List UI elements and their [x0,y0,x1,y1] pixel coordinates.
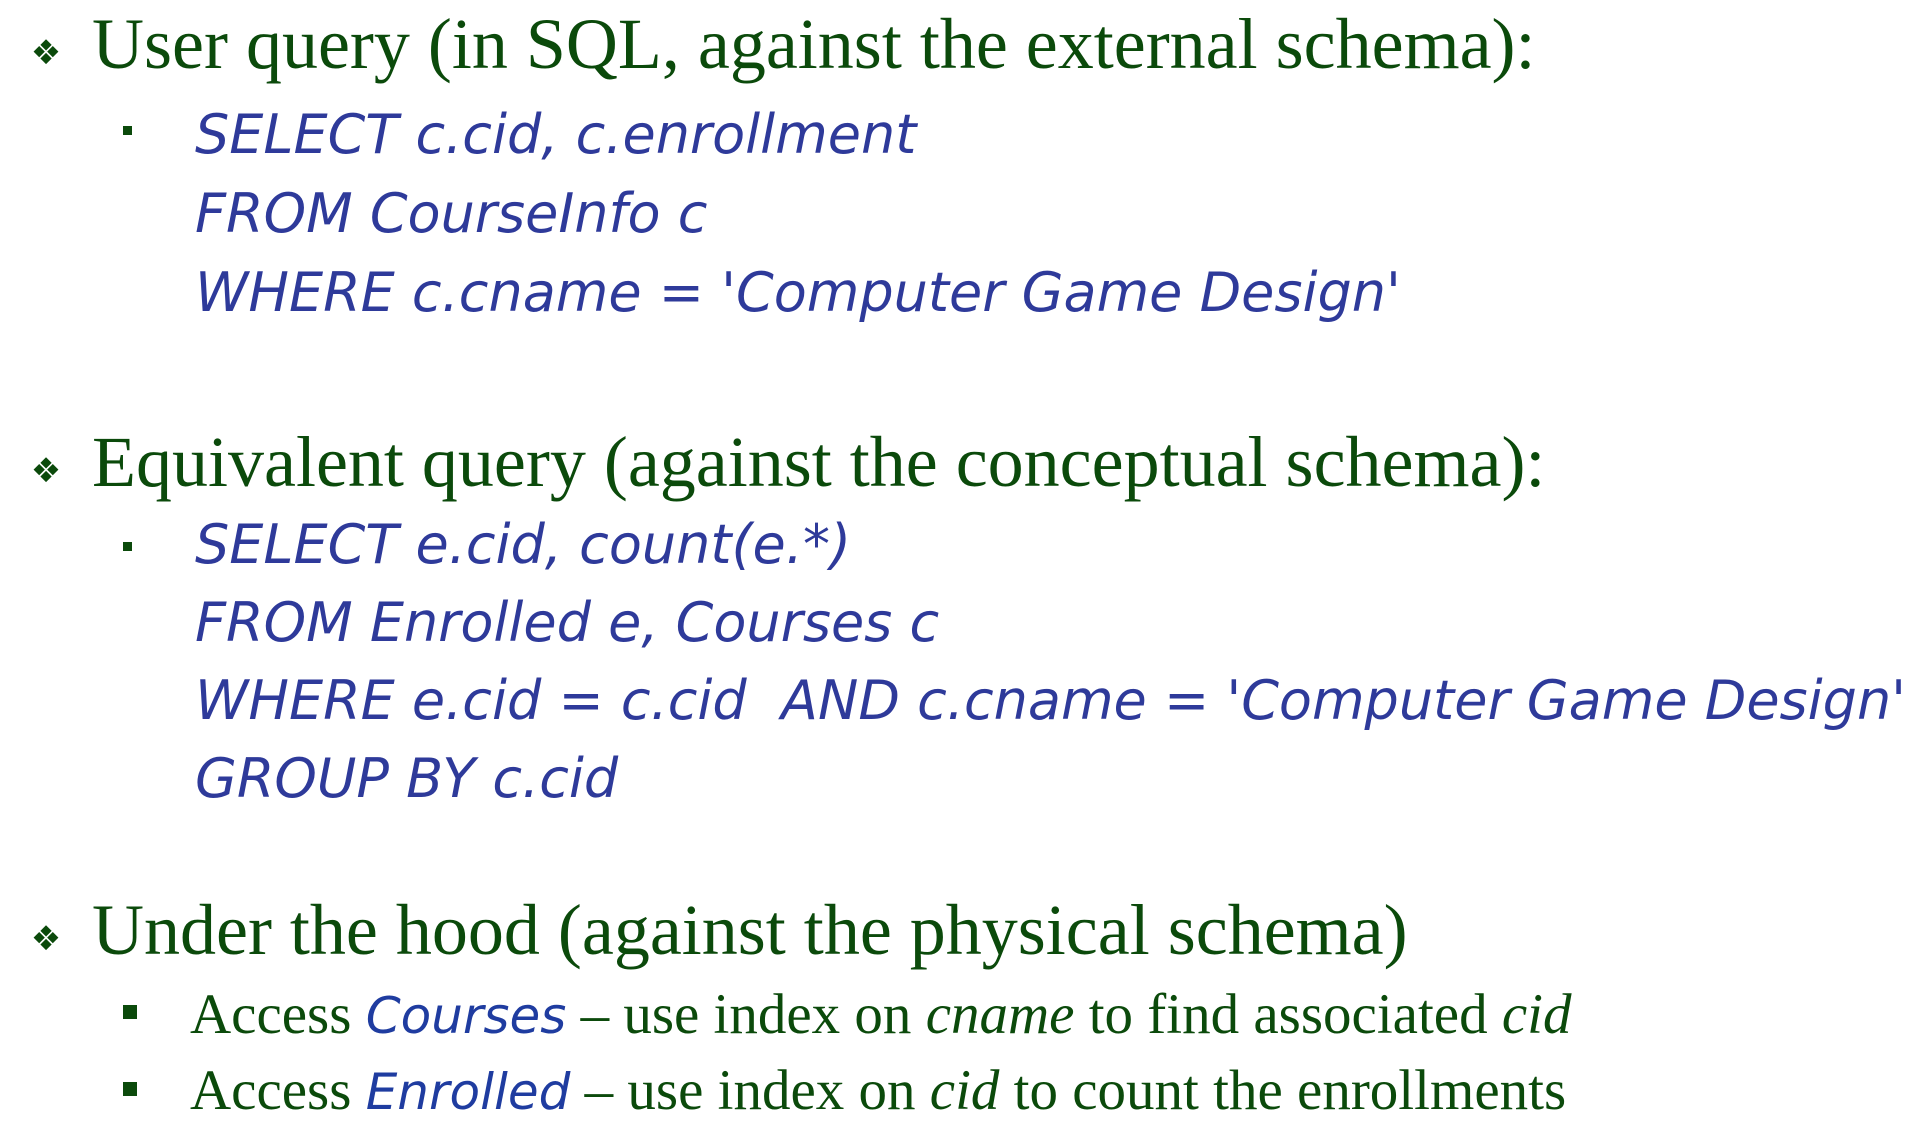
section-equivalent-query: ❖ Equivalent query (against the conceptu… [0,422,1546,502]
four-diamond-icon: ❖ [30,451,62,491]
field-name: cid [929,1059,1000,1122]
slide: ❖ User query (in SQL, against the extern… [0,0,1916,1136]
code-line: WHERE e.cid = c.cid AND c.cname = 'Compu… [195,669,1907,732]
code-line: GROUP BY c.cid [195,747,619,810]
code-line: WHERE c.cname = 'Computer Game Design' [195,261,1401,324]
item-prefix: Access [190,1059,366,1122]
four-diamond-icon: ❖ [30,919,62,959]
item-suffix: to find associated [1074,983,1502,1046]
item-dash: – [566,983,624,1046]
section-heading: User query (in SQL, against the external… [92,4,1536,84]
list-item: Access Enrolled – use index on cid to co… [190,1062,1566,1119]
table-name: Enrolled [365,1063,571,1121]
list-item: Access Courses – use index on cname to f… [190,986,1571,1043]
square-icon [123,1082,137,1096]
code-line: FROM CourseInfo c [195,182,708,245]
item-suffix: to count the enrollments [999,1059,1567,1122]
code-line: SELECT e.cid, count(e.*) [195,513,852,576]
section-heading: Equivalent query (against the conceptual… [92,422,1546,502]
small-square-icon [123,126,132,135]
square-icon [123,1005,137,1019]
table-name: Courses [365,987,567,1045]
section-heading: Under the hood (against the physical sch… [92,890,1408,970]
item-middle: use index on [623,983,926,1046]
item-middle: use index on [627,1059,930,1122]
tail-field-name: cid [1501,983,1572,1046]
item-dash: – [570,1059,628,1122]
section-user-query: ❖ User query (in SQL, against the extern… [0,8,1536,80]
code-line: SELECT c.cid, c.enrollment [195,103,917,166]
small-square-icon [123,542,132,551]
field-name: cname [925,983,1075,1046]
four-diamond-icon: ❖ [30,33,62,73]
section-under-the-hood: ❖ Under the hood (against the physical s… [0,894,1408,966]
code-line: FROM Enrolled e, Courses c [195,591,940,654]
item-prefix: Access [190,983,366,1046]
